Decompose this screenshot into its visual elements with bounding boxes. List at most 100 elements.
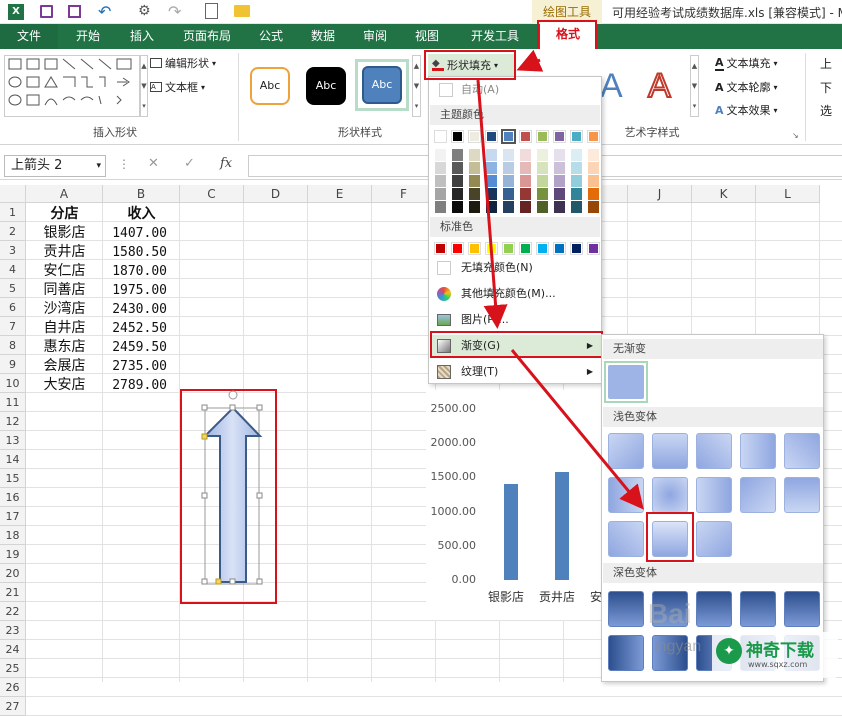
- theme-shade-swatch[interactable]: [537, 149, 548, 161]
- wordart-preset-blue[interactable]: A: [600, 67, 623, 106]
- light-gradient-tile[interactable]: [696, 521, 732, 557]
- standard-color-swatch[interactable]: [536, 242, 549, 255]
- theme-shade-swatch[interactable]: [469, 201, 480, 213]
- theme-shade-swatch[interactable]: [486, 149, 497, 161]
- income-cell[interactable]: 2735.00: [103, 357, 167, 376]
- light-gradient-tile[interactable]: [740, 433, 776, 469]
- income-cell[interactable]: 2430.00: [103, 300, 167, 319]
- chart-bar[interactable]: [504, 483, 518, 580]
- row-header[interactable]: 24: [0, 640, 26, 659]
- theme-shade-swatch[interactable]: [571, 188, 582, 200]
- light-gradient-tile[interactable]: [608, 521, 644, 557]
- row-header[interactable]: 19: [0, 545, 26, 564]
- tab-formulas[interactable]: 公式: [248, 24, 294, 49]
- tab-home[interactable]: 开始: [64, 24, 112, 49]
- light-gradient-tile[interactable]: [652, 433, 688, 469]
- texture-item[interactable]: 纹理(T) ▶: [431, 361, 601, 383]
- theme-color-swatch[interactable]: [536, 130, 549, 143]
- theme-shade-swatch[interactable]: [452, 162, 463, 174]
- header-cell-income[interactable]: 收入: [103, 205, 180, 224]
- theme-shade-swatch[interactable]: [503, 175, 514, 187]
- tab-file[interactable]: 文件: [0, 24, 58, 49]
- col-header-l[interactable]: L: [756, 185, 820, 203]
- select-all-corner[interactable]: [0, 185, 26, 203]
- row-header[interactable]: 10: [0, 374, 26, 393]
- light-gradient-tile[interactable]: [740, 477, 776, 513]
- dark-gradient-tile[interactable]: [696, 591, 732, 627]
- theme-shade-swatch[interactable]: [537, 175, 548, 187]
- light-gradient-tile[interactable]: [696, 477, 732, 513]
- folder-icon[interactable]: [234, 5, 250, 17]
- chart-area[interactable]: 2500.00 2000.00 1500.00 1000.00 500.00 0.00 银…: [426, 390, 626, 620]
- gallery-scroll[interactable]: ▲ ▼ ▾: [140, 55, 148, 117]
- row-header[interactable]: 16: [0, 488, 26, 507]
- text-outline-button[interactable]: A 文本轮廓 ▾: [715, 79, 778, 95]
- light-gradient-tile[interactable]: [652, 477, 688, 513]
- standard-color-swatch[interactable]: [502, 242, 515, 255]
- standard-color-swatch[interactable]: [485, 242, 498, 255]
- theme-shade-swatch[interactable]: [554, 175, 565, 187]
- row-header[interactable]: 14: [0, 450, 26, 469]
- theme-shade-swatch[interactable]: [588, 162, 599, 174]
- theme-color-swatch[interactable]: [434, 130, 447, 143]
- text-fill-button[interactable]: A 文本填充 ▾: [715, 55, 778, 71]
- row-header[interactable]: 7: [0, 317, 26, 336]
- row-header[interactable]: 4: [0, 260, 26, 279]
- theme-shade-swatch[interactable]: [435, 188, 446, 200]
- row-header[interactable]: 9: [0, 355, 26, 374]
- row-header[interactable]: 3: [0, 241, 26, 260]
- col-header-f[interactable]: F: [372, 185, 436, 203]
- dark-gradient-tile[interactable]: [608, 635, 644, 671]
- theme-shade-swatch[interactable]: [503, 149, 514, 161]
- theme-shade-swatch[interactable]: [554, 201, 565, 213]
- row-header[interactable]: 20: [0, 564, 26, 583]
- standard-color-swatch[interactable]: [587, 242, 600, 255]
- theme-shade-swatch[interactable]: [435, 162, 446, 174]
- store-cell[interactable]: 会展店: [26, 357, 103, 376]
- theme-shade-swatch[interactable]: [435, 201, 446, 213]
- theme-shade-swatch[interactable]: [452, 201, 463, 213]
- light-gradient-tile[interactable]: [608, 433, 644, 469]
- name-box[interactable]: 上箭头 2 ▾: [4, 155, 106, 177]
- dark-gradient-tile[interactable]: [784, 591, 820, 627]
- theme-shade-swatch[interactable]: [503, 201, 514, 213]
- standard-color-swatch[interactable]: [468, 242, 481, 255]
- theme-shade-swatch[interactable]: [435, 149, 446, 161]
- store-cell[interactable]: 银影店: [26, 224, 103, 243]
- no-fill-item[interactable]: 无填充颜色(N): [433, 257, 599, 279]
- dialog-launcher-icon[interactable]: ↘: [792, 131, 799, 140]
- theme-shade-swatch[interactable]: [588, 149, 599, 161]
- style-preset-2[interactable]: Abc: [306, 67, 346, 105]
- theme-color-swatch[interactable]: [587, 130, 600, 143]
- theme-shade-swatch[interactable]: [520, 175, 531, 187]
- income-cell[interactable]: 1580.50: [103, 243, 167, 262]
- row-header[interactable]: 2: [0, 222, 26, 241]
- theme-shade-swatch[interactable]: [537, 162, 548, 174]
- theme-shade-swatch[interactable]: [486, 188, 497, 200]
- row-header[interactable]: 22: [0, 602, 26, 621]
- text-effect-button[interactable]: A 文本效果 ▾: [715, 102, 778, 118]
- save-icon[interactable]: [40, 5, 53, 18]
- light-gradient-tile[interactable]: [784, 477, 820, 513]
- tab-insert[interactable]: 插入: [118, 24, 166, 49]
- row-header[interactable]: 1: [0, 203, 26, 222]
- theme-shade-swatch[interactable]: [520, 162, 531, 174]
- tab-data[interactable]: 数据: [300, 24, 346, 49]
- row-header[interactable]: 6: [0, 298, 26, 317]
- styles-scroll[interactable]: ▲ ▼ ▾: [412, 55, 421, 117]
- col-header-j[interactable]: J: [628, 185, 692, 203]
- col-header-k[interactable]: K: [692, 185, 756, 203]
- theme-shade-swatch[interactable]: [520, 201, 531, 213]
- col-header-a[interactable]: A: [26, 185, 103, 203]
- row-header[interactable]: 17: [0, 507, 26, 526]
- theme-shade-swatch[interactable]: [486, 175, 497, 187]
- up-arrow-shape[interactable]: [196, 386, 272, 590]
- theme-shade-swatch[interactable]: [554, 188, 565, 200]
- theme-shade-swatch[interactable]: [571, 149, 582, 161]
- touch-mode-icon[interactable]: ⚙: [138, 3, 151, 19]
- selection-pane-button[interactable]: 选: [820, 102, 832, 119]
- save-as-icon[interactable]: [68, 5, 81, 18]
- textbox-button[interactable]: A 文本框 ▾: [150, 79, 205, 95]
- store-cell[interactable]: 惠东店: [26, 338, 103, 357]
- more-colors-item[interactable]: 其他填充颜色(M)...: [433, 283, 599, 305]
